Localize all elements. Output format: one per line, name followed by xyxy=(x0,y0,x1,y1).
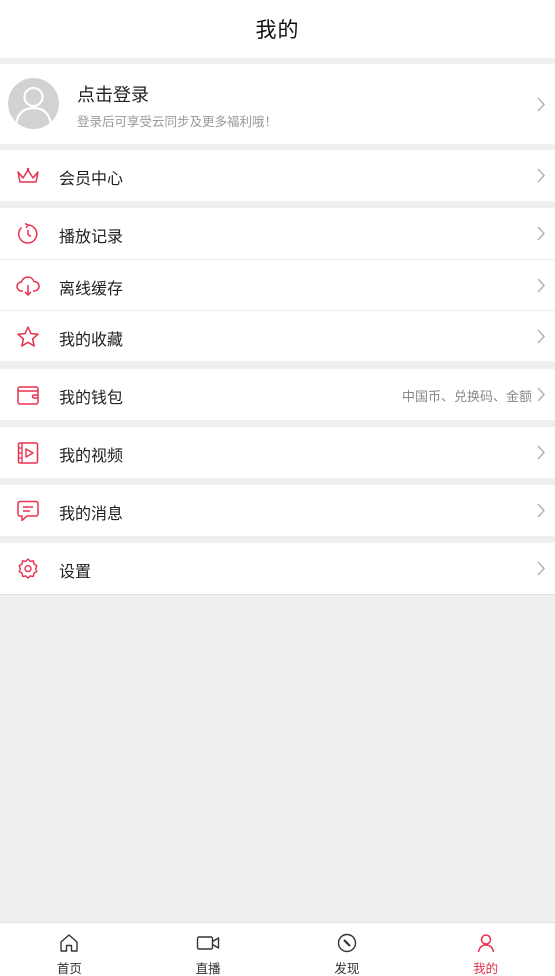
tab-label: 发现 xyxy=(334,961,360,976)
chevron-right-icon xyxy=(537,503,546,518)
avatar[interactable] xyxy=(8,78,59,129)
page-title: 我的 xyxy=(255,18,300,42)
chevron-right-icon xyxy=(537,97,546,112)
wallet-hint: 中国币、兑换码、金额 xyxy=(401,390,532,405)
menu-label: 会员中心 xyxy=(59,169,124,188)
tab-label: 首页 xyxy=(56,961,82,976)
login-card[interactable]: 点击登录 登录后可享受云同步及更多福利哦！ xyxy=(0,64,555,144)
login-subtitle: 登录后可享受云同步及更多福利哦！ xyxy=(77,114,278,129)
tab-mine[interactable]: 我的 xyxy=(416,923,555,976)
message-icon xyxy=(17,500,39,522)
settings-group: 设置 xyxy=(0,543,555,595)
video-camera-icon xyxy=(196,936,220,950)
videos-group: 我的视频 xyxy=(0,427,555,478)
tab-label: 我的 xyxy=(473,961,499,976)
menu-label: 我的收藏 xyxy=(59,330,124,349)
top-bar: 我的 xyxy=(0,0,555,58)
menu-label: 设置 xyxy=(59,562,92,581)
media-group: 播放记录 离线缓存 我的收藏 xyxy=(0,208,555,361)
tab-home[interactable]: 首页 xyxy=(0,923,139,976)
wallet-group: 我的钱包 中国币、兑换码、金额 xyxy=(0,369,555,420)
menu-label: 我的视频 xyxy=(59,446,124,465)
video-file-icon xyxy=(17,442,39,464)
star-icon xyxy=(17,326,39,347)
home-icon xyxy=(60,934,79,952)
menu-label: 播放记录 xyxy=(59,227,124,246)
user-silhouette-icon xyxy=(14,86,53,125)
chevron-right-icon xyxy=(537,226,546,241)
tab-label: 直播 xyxy=(195,961,221,976)
chevron-right-icon xyxy=(537,278,546,293)
menu-item-favorites[interactable]: 我的收藏 xyxy=(0,310,555,361)
user-icon xyxy=(477,934,494,953)
gear-icon xyxy=(18,558,38,579)
vip-group: 会员中心 xyxy=(0,150,555,201)
profile-screen: 我的 点击登录 登录后可享受云同步及更多福利哦！ 会员中心 播放记录 离线缓存 … xyxy=(0,0,555,976)
menu-item-wallet[interactable]: 我的钱包 中国币、兑换码、金额 xyxy=(0,369,555,420)
bottom-tab-bar: 首页 直播 发现 我的 xyxy=(0,922,555,976)
menu-item-messages[interactable]: 我的消息 xyxy=(0,485,555,536)
messages-group: 我的消息 xyxy=(0,485,555,536)
chevron-right-icon xyxy=(537,445,546,460)
chevron-right-icon xyxy=(537,329,546,344)
menu-item-history[interactable]: 播放记录 xyxy=(0,208,555,259)
menu-item-vip[interactable]: 会员中心 xyxy=(0,150,555,201)
login-title: 点击登录 xyxy=(77,85,149,106)
compass-icon xyxy=(337,933,357,953)
chevron-right-icon xyxy=(537,387,546,402)
wallet-icon xyxy=(17,386,39,405)
menu-label: 我的消息 xyxy=(59,504,124,523)
tab-discover[interactable]: 发现 xyxy=(278,923,417,976)
tab-live[interactable]: 直播 xyxy=(139,923,278,976)
chevron-right-icon xyxy=(537,561,546,576)
menu-label: 离线缓存 xyxy=(59,279,124,298)
menu-item-offline[interactable]: 离线缓存 xyxy=(0,259,555,310)
crown-icon xyxy=(17,167,39,183)
history-clock-icon xyxy=(17,222,38,244)
menu-label: 我的钱包 xyxy=(59,388,124,407)
menu-item-videos[interactable]: 我的视频 xyxy=(0,427,555,478)
chevron-right-icon xyxy=(537,168,546,183)
menu-item-settings[interactable]: 设置 xyxy=(0,543,555,594)
cloud-download-icon xyxy=(16,276,40,297)
